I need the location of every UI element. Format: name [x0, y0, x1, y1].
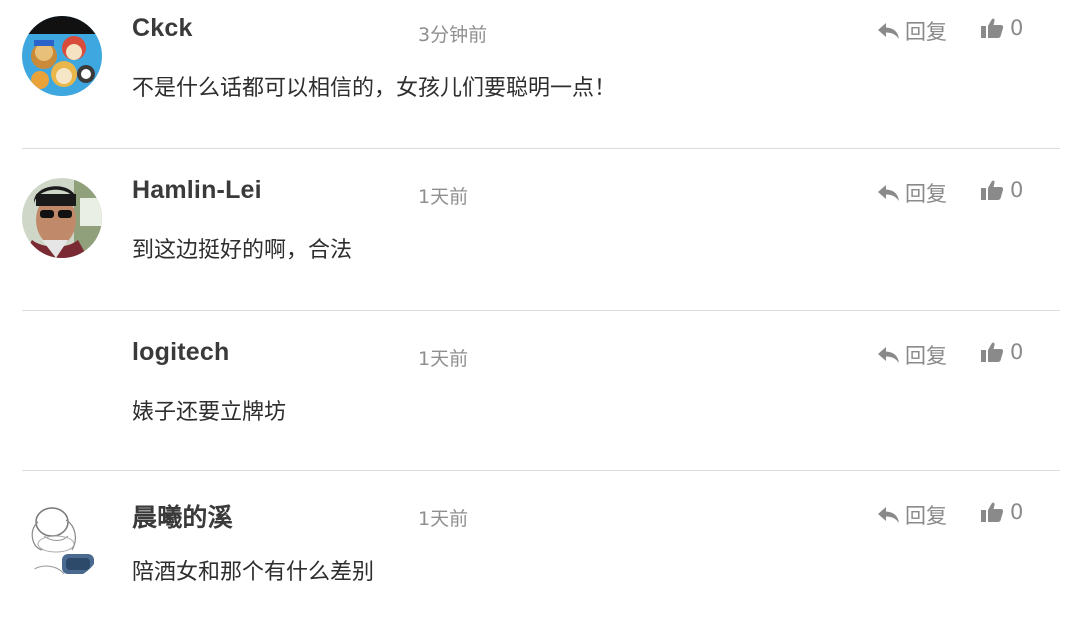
like-button[interactable]: 0	[980, 16, 1023, 40]
comment-item: 晨曦的溪 1天前 回复 0 陪酒女和那个有什么差别	[22, 484, 1060, 634]
comment-time: 1天前	[418, 348, 469, 370]
comment-time: 3分钟前	[418, 24, 488, 46]
thumbs-up-icon	[980, 341, 1004, 363]
comment-item: Hamlin-Lei 1天前 回复 0 到这边挺好的啊，合法	[22, 162, 1060, 312]
reply-label: 回复	[905, 344, 947, 368]
reply-label: 回复	[905, 504, 947, 528]
avatar[interactable]	[22, 500, 102, 580]
like-button[interactable]: 0	[980, 178, 1023, 202]
thumbs-up-icon	[980, 17, 1004, 39]
avatar-sketch-figure-image	[22, 500, 102, 580]
like-count: 0	[1010, 500, 1024, 524]
reply-arrow-icon	[877, 183, 901, 203]
comment-author[interactable]: Hamlin-Lei	[132, 176, 262, 205]
thumbs-up-icon	[980, 179, 1004, 201]
reply-button[interactable]: 回复	[877, 500, 947, 530]
comment-text: 不是什么话都可以相信的，女孩儿们要聪明一点！	[132, 76, 617, 101]
comment-text: 婊子还要立牌坊	[132, 400, 287, 425]
comment-author[interactable]: logitech	[132, 338, 229, 367]
reply-button[interactable]: 回复	[877, 340, 947, 370]
comment-text: 到这边挺好的啊，合法	[132, 238, 353, 263]
comment-author[interactable]: Ckck	[132, 14, 193, 43]
comment-time: 1天前	[418, 508, 469, 530]
like-count: 0	[1010, 340, 1024, 364]
divider	[22, 470, 1060, 471]
comment-item: Ckck 3分钟前 回复 0 不是什么话都可以相信的，女孩儿们要聪明一点！	[22, 0, 1060, 150]
like-button[interactable]: 0	[980, 500, 1023, 524]
avatar-man-sunglasses-image	[22, 178, 102, 258]
avatar[interactable]	[22, 340, 102, 420]
reply-label: 回复	[905, 182, 947, 206]
like-count: 0	[1010, 16, 1024, 40]
like-button[interactable]: 0	[980, 340, 1023, 364]
like-count: 0	[1010, 178, 1024, 202]
comment-item: logitech 1天前 回复 0 婊子还要立牌坊	[22, 324, 1060, 474]
reply-button[interactable]: 回复	[877, 16, 947, 46]
comment-text: 陪酒女和那个有什么差别	[132, 560, 375, 585]
reply-arrow-icon	[877, 21, 901, 41]
comment-time: 1天前	[418, 186, 469, 208]
avatar[interactable]	[22, 16, 102, 96]
divider	[22, 148, 1060, 149]
avatar[interactable]	[22, 178, 102, 258]
reply-button[interactable]: 回复	[877, 178, 947, 208]
comment-author[interactable]: 晨曦的溪	[132, 498, 233, 534]
thumbs-up-icon	[980, 501, 1004, 523]
reply-arrow-icon	[877, 345, 901, 365]
reply-label: 回复	[905, 20, 947, 44]
avatar-cartoon-dogs-image	[22, 16, 102, 96]
divider	[22, 310, 1060, 311]
reply-arrow-icon	[877, 505, 901, 525]
